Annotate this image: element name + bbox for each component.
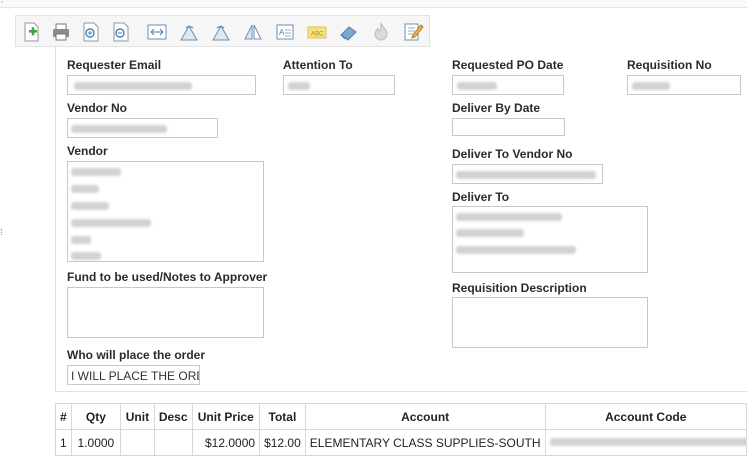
deliver-to-label: Deliver To <box>452 190 510 204</box>
col-header-desc: Desc <box>153 403 193 430</box>
col-header-unit: Unit <box>120 403 155 430</box>
vendor-no-label: Vendor No <box>67 101 128 115</box>
table-row[interactable]: 1 1.0000 $12.0000 $12.00 ELEMENTARY CLAS… <box>55 429 747 456</box>
deliver-to-vendor-no-field[interactable] <box>452 164 603 184</box>
print-icon[interactable] <box>48 19 74 45</box>
requested-po-date-field[interactable] <box>452 75 564 95</box>
cell-total: $12.00 <box>259 429 306 456</box>
attention-to-label: Attention To <box>283 58 353 72</box>
col-header-unit-price: Unit Price <box>191 403 261 430</box>
requisition-no-label: Requisition No <box>627 58 712 72</box>
svg-text:ABC: ABC <box>311 32 324 38</box>
resize-grip-icon[interactable]: ▫ <box>1 0 3 6</box>
line-items-table: # Qty Unit Desc Unit Price Total Account… <box>55 403 747 456</box>
window-top-strip: ▫ <box>0 0 747 8</box>
highlight-icon[interactable]: ABC <box>304 19 330 45</box>
cell-account-code <box>544 429 747 456</box>
deliver-to-vendor-no-label: Deliver To Vendor No <box>452 147 573 161</box>
svg-text:A: A <box>279 28 285 37</box>
vendor-no-field[interactable] <box>67 118 218 138</box>
requisition-no-field[interactable] <box>627 75 741 95</box>
requester-email-field[interactable] <box>67 75 256 95</box>
table-header-row: # Qty Unit Desc Unit Price Total Account… <box>55 403 747 430</box>
requisition-description-label: Requisition Description <box>452 281 587 295</box>
add-page-icon[interactable] <box>18 19 44 45</box>
who-will-place-select[interactable]: I WILL PLACE THE ORDER <box>67 365 200 385</box>
cell-desc <box>153 429 193 456</box>
col-header-account: Account <box>304 403 546 430</box>
vendor-label: Vendor <box>67 144 108 158</box>
eraser-icon[interactable] <box>336 19 362 45</box>
zoom-in-icon[interactable] <box>78 19 104 45</box>
zoom-out-icon[interactable] <box>108 19 134 45</box>
attention-to-field[interactable] <box>283 75 395 95</box>
flame-icon[interactable] <box>368 19 394 45</box>
text-box-icon[interactable]: A <box>272 19 298 45</box>
deliver-by-date-field[interactable] <box>452 118 565 136</box>
who-will-place-label: Who will place the order <box>67 348 206 362</box>
col-header-account-code: Account Code <box>544 403 747 430</box>
cell-account: ELEMENTARY CLASS SUPPLIES-SOUTH <box>304 429 546 456</box>
col-header-num: # <box>55 403 72 430</box>
edit-icon[interactable] <box>400 19 426 45</box>
cell-num: 1 <box>55 429 72 456</box>
cell-unit-price: $12.0000 <box>191 429 261 456</box>
vendor-address-box[interactable] <box>67 161 264 262</box>
deliver-to-box[interactable] <box>452 206 648 273</box>
col-header-qty: Qty <box>70 403 122 430</box>
fit-page-icon[interactable] <box>144 19 170 45</box>
cell-unit <box>120 429 155 456</box>
toolbar: A ABC <box>15 15 430 47</box>
fund-notes-label: Fund to be used/Notes to Approver <box>67 270 268 284</box>
requisition-form: Requester Email Attention To Requested P… <box>55 45 747 392</box>
who-will-place-value: I WILL PLACE THE ORDER <box>71 369 199 383</box>
splitter-handle[interactable]: ⁞ <box>0 228 3 237</box>
requester-email-label: Requester Email <box>67 58 162 72</box>
requisition-description-textarea[interactable] <box>452 297 648 348</box>
deliver-by-date-label: Deliver By Date <box>452 101 541 115</box>
rotate-right-icon[interactable] <box>208 19 234 45</box>
col-header-total: Total <box>259 403 306 430</box>
flip-icon[interactable] <box>240 19 266 45</box>
cell-qty: 1.0000 <box>70 429 122 456</box>
requested-po-date-label: Requested PO Date <box>452 58 564 72</box>
fund-notes-textarea[interactable] <box>67 287 264 338</box>
rotate-left-icon[interactable] <box>176 19 202 45</box>
